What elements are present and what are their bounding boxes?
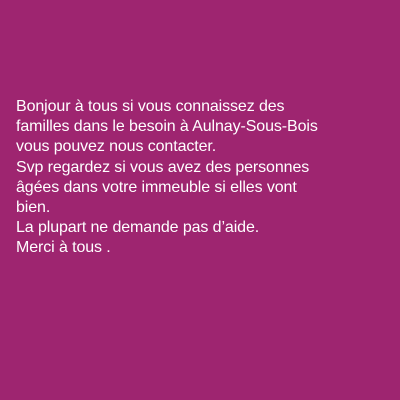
message-text: Bonjour à tous si vous connaissez des fa… xyxy=(16,97,392,259)
message-line: Bonjour à tous si vous connaissez des xyxy=(16,98,285,115)
message-line: Svp regardez si vous avez des personnes xyxy=(16,158,310,176)
message-line: vous pouvez nous contacter. xyxy=(16,138,217,156)
message-line: La plupart ne demande pas d’aide. xyxy=(16,219,260,237)
message-line: âgées dans votre immeuble si elles vont xyxy=(16,178,297,196)
message-line: Merci à tous . xyxy=(16,239,111,257)
message-line: bien. xyxy=(16,199,51,217)
message-line: familles dans le besoin à Aulnay-Sous-Bo… xyxy=(16,118,318,136)
post-image: Bonjour à tous si vous connaissez des fa… xyxy=(0,0,400,400)
